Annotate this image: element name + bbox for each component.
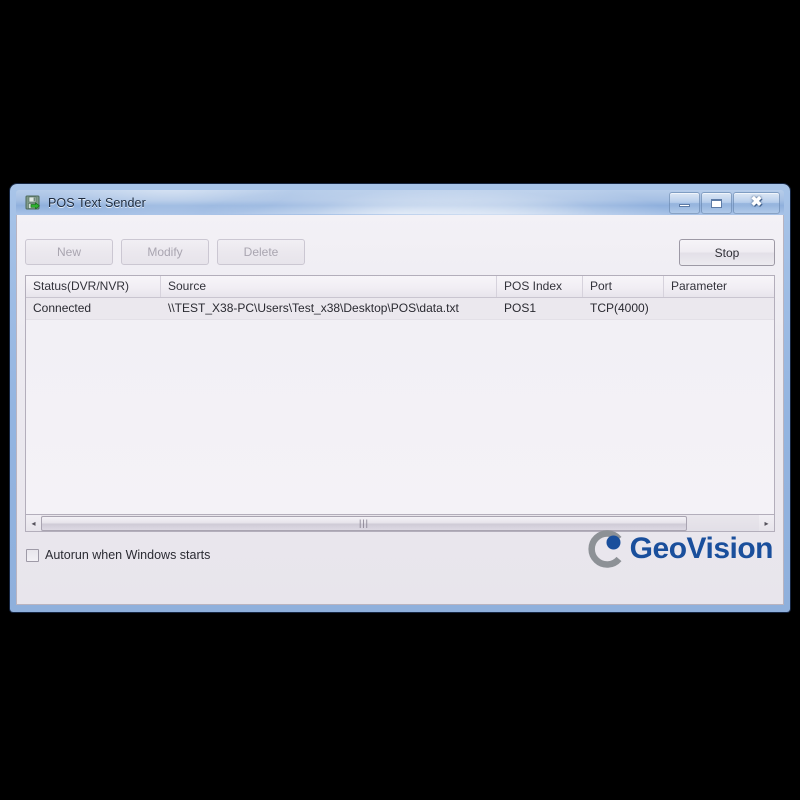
pos-text-sender-window: POS Text Sender ✖ New Modify Delete Stop… xyxy=(10,184,790,612)
window-controls: ✖ xyxy=(668,192,780,214)
stop-button[interactable]: Stop xyxy=(679,239,775,266)
column-header-port[interactable]: Port xyxy=(583,276,664,297)
column-header-pos-index[interactable]: POS Index xyxy=(497,276,583,297)
column-header-parameter[interactable]: Parameter xyxy=(664,276,764,297)
cell-status: Connected xyxy=(33,301,92,315)
maximize-icon xyxy=(711,198,722,208)
titlebar-glass-highlight xyxy=(184,190,616,214)
autorun-checkbox[interactable] xyxy=(26,548,39,562)
geovision-c-mark-icon xyxy=(588,530,622,568)
scrollbar-grip-icon: ||| xyxy=(358,518,369,528)
geovision-logo: GeoVision xyxy=(586,529,774,569)
cell-pos-index: POS1 xyxy=(504,301,537,315)
table-row[interactable]: Connected \\TEST_X38-PC\Users\Test_x38\D… xyxy=(26,298,774,320)
list-body: Connected \\TEST_X38-PC\Users\Test_x38\D… xyxy=(26,298,774,514)
delete-button[interactable]: Delete xyxy=(217,239,305,265)
autorun-label: Autorun when Windows starts xyxy=(45,548,211,562)
save-disk-green-arrow-icon xyxy=(25,195,40,209)
title-bar[interactable]: POS Text Sender ✖ xyxy=(16,190,784,215)
column-header-source[interactable]: Source xyxy=(161,276,497,297)
cell-source: \\TEST_X38-PC\Users\Test_x38\Desktop\POS… xyxy=(168,301,459,315)
cell-port: TCP(4000) xyxy=(590,301,649,315)
client-area: New Modify Delete Stop Status(DVR/NVR) S… xyxy=(16,215,784,605)
new-button[interactable]: New xyxy=(25,239,113,265)
cell-parameter xyxy=(664,298,764,319)
maximize-button[interactable] xyxy=(701,192,732,214)
scroll-left-arrow-icon[interactable]: ◂ xyxy=(26,515,41,531)
toolbar: New Modify Delete Stop xyxy=(25,239,775,266)
column-header-status[interactable]: Status(DVR/NVR) xyxy=(26,276,161,297)
autorun-checkbox-row[interactable]: Autorun when Windows starts xyxy=(26,548,210,562)
close-button[interactable]: ✖ xyxy=(733,192,780,214)
minimize-icon xyxy=(679,204,690,207)
minimize-button[interactable] xyxy=(669,192,700,214)
close-icon: ✖ xyxy=(750,195,763,210)
geovision-wordmark: GeoVision xyxy=(629,532,774,565)
window-title: POS Text Sender xyxy=(48,195,146,210)
list-header-row: Status(DVR/NVR) Source POS Index Port Pa… xyxy=(26,276,774,298)
connections-list[interactable]: Status(DVR/NVR) Source POS Index Port Pa… xyxy=(25,275,775,515)
modify-button[interactable]: Modify xyxy=(121,239,209,265)
